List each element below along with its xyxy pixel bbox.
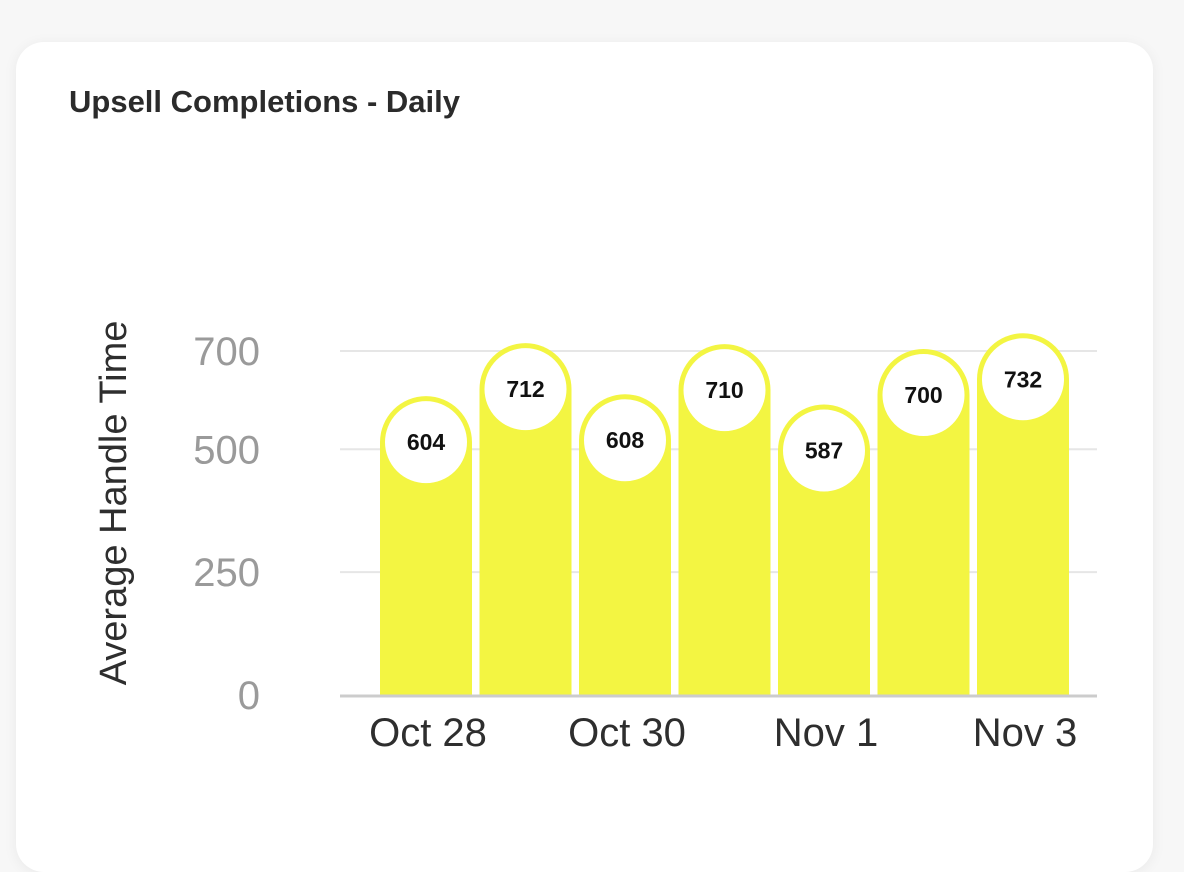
x-tick-label: Nov 3	[973, 711, 1078, 755]
y-tick-label: 500	[193, 428, 260, 472]
bar-group: 608	[579, 394, 671, 695]
data-label: 712	[506, 376, 544, 402]
data-label: 732	[1004, 366, 1042, 392]
data-label: 710	[705, 377, 743, 403]
bar-chart: 604 712 608 710 587 700 732 0 250 500 700 Oct 28 Oc…	[93, 321, 1097, 755]
y-axis-title: Average Handle Time	[93, 321, 135, 686]
bar-group: 732	[977, 333, 1069, 695]
bars: 604 712 608 710 587 700 732	[380, 333, 1069, 695]
bar-group: 604	[380, 396, 473, 695]
y-tick-label: 250	[193, 551, 260, 595]
y-tick-label: 0	[238, 674, 260, 718]
bar-group: 700	[877, 349, 970, 695]
bar-group: 710	[678, 344, 771, 695]
data-label: 608	[606, 427, 645, 453]
bar-group: 587	[778, 404, 870, 695]
x-tick-label: Oct 30	[568, 711, 686, 755]
data-label: 700	[904, 382, 942, 408]
data-label: 604	[407, 429, 446, 455]
x-tick-label: Nov 1	[774, 711, 879, 755]
data-label: 587	[805, 438, 843, 464]
bar-group: 712	[479, 343, 572, 695]
y-tick-label: 700	[193, 330, 260, 374]
x-tick-label: Oct 28	[369, 711, 487, 755]
